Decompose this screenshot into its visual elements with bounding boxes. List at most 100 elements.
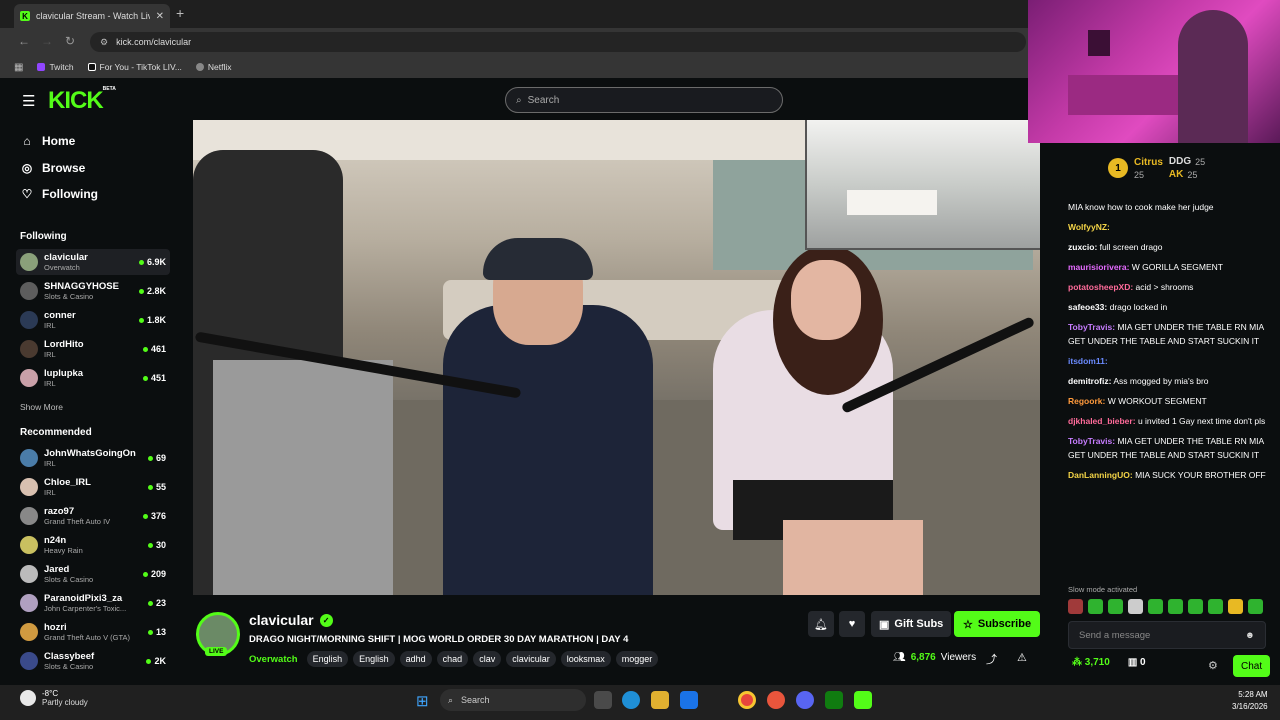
streamer-name[interactable]: clavicular ✓ <box>249 612 333 628</box>
discord-icon[interactable] <box>796 691 814 709</box>
report-warning-icon[interactable]: ⚠ <box>1017 651 1027 664</box>
chat-username[interactable]: maurisiorivera: <box>1068 262 1129 272</box>
new-tab-icon[interactable]: + <box>176 5 184 21</box>
site-info-icon[interactable]: ⚙ <box>100 37 108 48</box>
emote-icon[interactable] <box>1228 599 1243 614</box>
forward-icon[interactable]: → <box>41 34 53 48</box>
gift-count[interactable]: ▥ 0 <box>1128 657 1146 668</box>
chat-message: djkhaled_bieber: u invited 1 Gay next ti… <box>1068 414 1268 428</box>
category-link[interactable]: Overwatch <box>249 654 298 665</box>
emoji-picker-icon[interactable]: ☻ <box>1245 630 1255 641</box>
sidebar-channel-chloe-irl[interactable]: Chloe_IRL IRL 55 <box>16 474 170 500</box>
sidebar-channel-luplupka[interactable]: luplupka IRL 451 <box>16 365 170 391</box>
sidebar-channel-clavicular[interactable]: clavicular Overwatch 6.9K <box>16 249 170 275</box>
chat-username[interactable]: Regoork: <box>1068 396 1105 406</box>
nav-following[interactable]: ♡ Following <box>20 187 98 201</box>
hamburger-menu-icon[interactable]: ☰ <box>22 92 35 110</box>
tag[interactable]: mogger <box>615 651 659 667</box>
chat-username[interactable]: WolfyyNZ: <box>1068 222 1110 232</box>
kick-app-icon[interactable] <box>854 691 872 709</box>
kick-logo[interactable]: KICKBETA <box>48 86 116 115</box>
tag[interactable]: looksmax <box>560 651 611 667</box>
outlook-icon[interactable] <box>680 691 698 709</box>
sidebar-channel-jared[interactable]: Jared Slots & Casino 209 <box>16 561 170 587</box>
bookmark-tiktok[interactable]: For You - TikTok LIV... <box>87 62 182 72</box>
live-badge: LIVE <box>205 647 228 656</box>
task-view-icon[interactable] <box>594 691 612 709</box>
slow-mode-notice: Slow mode activated <box>1068 585 1138 594</box>
apps-grid-icon[interactable]: ▦ <box>14 62 23 73</box>
tag[interactable]: adhd <box>399 651 432 667</box>
sidebar-channel-lordhito[interactable]: LordHito IRL 461 <box>16 336 170 362</box>
windows-start-icon[interactable]: ⊞ <box>416 692 429 710</box>
nav-home[interactable]: ⌂ Home <box>20 134 75 148</box>
weather-widget[interactable]: -8°C Partly cloudy <box>20 689 88 707</box>
avatar <box>20 449 38 467</box>
sidebar-channel-paranoidpixi3-za[interactable]: ParanoidPixi3_za John Carpenter's Toxic..… <box>16 590 170 616</box>
show-more-link[interactable]: Show More <box>20 402 63 412</box>
subscribe-button[interactable]: ☆ Subscribe <box>954 611 1041 637</box>
chat-message: WolfyyNZ: <box>1068 220 1268 234</box>
chrome-icon[interactable] <box>738 691 756 709</box>
chat-username[interactable]: safeoe33: <box>1068 302 1107 312</box>
chat-message: itsdom11: <box>1068 354 1268 368</box>
browser-tab[interactable]: K clavicular Stream - Watch Live o ✕ <box>14 4 170 28</box>
sidebar-channel-johnwhatsgoingon[interactable]: JohnWhatsGoingOn IRL 69 <box>16 445 170 471</box>
chat-username[interactable]: TobyTravis: <box>1068 322 1115 332</box>
emote-icon[interactable] <box>1088 599 1103 614</box>
reload-icon[interactable]: ↻ <box>65 34 75 48</box>
close-tab-icon[interactable]: ✕ <box>156 11 164 22</box>
tag[interactable]: chad <box>436 651 469 667</box>
emote-icon[interactable] <box>1128 599 1143 614</box>
emote-icon[interactable] <box>1068 599 1083 614</box>
share-icon[interactable]: ⤴ <box>986 651 997 667</box>
emote-icon[interactable] <box>1168 599 1183 614</box>
chat-username[interactable]: itsdom11: <box>1068 356 1108 366</box>
emote-icon[interactable] <box>1208 599 1223 614</box>
bookmark-netflix[interactable]: Netflix <box>195 62 232 72</box>
live-dot-icon <box>147 542 153 548</box>
xbox-icon[interactable] <box>825 691 843 709</box>
taskbar-search[interactable]: ⌕ Search <box>440 689 586 711</box>
chat-message-input[interactable]: Send a message ☻ <box>1068 621 1266 649</box>
sidebar-channel-razo97[interactable]: razo97 Grand Theft Auto IV 376 <box>16 503 170 529</box>
leader-name: DDG <box>1168 156 1192 167</box>
sidebar-channel-conner[interactable]: conner IRL 1.8K <box>16 307 170 333</box>
chat-username[interactable]: zuxcio: <box>1068 242 1097 252</box>
file-explorer-icon[interactable] <box>651 691 669 709</box>
site-search-input[interactable]: ⌕ Search <box>505 87 783 113</box>
url-field[interactable]: ⚙ kick.com/clavicular <box>90 32 1026 52</box>
sidebar-channel-n24n[interactable]: n24n Heavy Rain 30 <box>16 532 170 558</box>
tag[interactable]: English <box>353 651 395 667</box>
tag[interactable]: clavicular <box>506 651 556 667</box>
tag[interactable]: English <box>306 651 349 667</box>
edge-icon[interactable] <box>622 691 640 709</box>
chat-username[interactable]: djkhaled_bieber: <box>1068 416 1136 426</box>
nav-browse[interactable]: ◎ Browse <box>20 161 86 175</box>
notification-bell-button[interactable]: 🔔︎ <box>808 611 834 637</box>
sidebar-channel-classybeef[interactable]: Classybeef Slots & Casino 2K <box>16 648 170 674</box>
back-icon[interactable]: ← <box>18 34 30 48</box>
chat-username[interactable]: TobyTravis: <box>1068 436 1115 446</box>
gift-subs-button[interactable]: ▣ Gift Subs <box>871 611 952 637</box>
emote-icon[interactable] <box>1248 599 1263 614</box>
bookmark-twitch[interactable]: Twitch <box>37 62 74 72</box>
video-player[interactable] <box>193 120 1040 595</box>
emote-icon[interactable] <box>1188 599 1203 614</box>
chat-text: acid > shrooms <box>1135 282 1194 292</box>
emote-icon[interactable] <box>1148 599 1163 614</box>
system-clock[interactable]: 5:28 AM 3/16/2026 <box>1232 689 1268 713</box>
send-chat-button[interactable]: Chat <box>1233 655 1271 677</box>
chat-username[interactable]: DanLanningUO: <box>1068 470 1133 480</box>
heart-icon: ♡ <box>21 187 33 201</box>
tag[interactable]: clav <box>473 651 502 667</box>
sidebar-channel-shnaggyhose[interactable]: SHNAGGYHOSE Slots & Casino 2.8K <box>16 278 170 304</box>
channel-points[interactable]: ⁂ 3,710 <box>1072 657 1110 668</box>
follow-button[interactable]: ♥ <box>839 611 865 637</box>
emote-icon[interactable] <box>1108 599 1123 614</box>
chat-settings-gear-icon[interactable]: ⚙ <box>1208 659 1218 672</box>
chat-username[interactable]: potatosheepXD: <box>1068 282 1133 292</box>
sidebar-channel-hozri[interactable]: hozri Grand Theft Auto V (GTA) 13 <box>16 619 170 645</box>
chat-username[interactable]: demitrofiz: <box>1068 376 1111 386</box>
app-icon[interactable] <box>767 691 785 709</box>
